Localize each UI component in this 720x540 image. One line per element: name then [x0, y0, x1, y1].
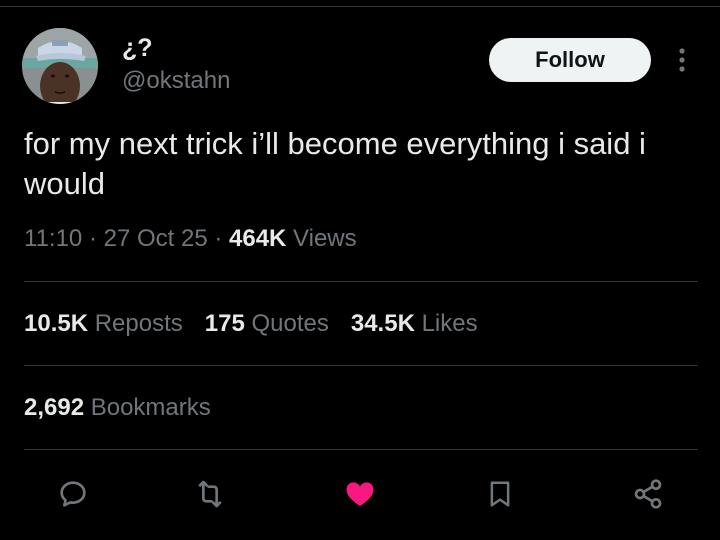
- divider: [24, 365, 698, 366]
- bookmarks-stat[interactable]: 2,692 Bookmarks: [24, 394, 211, 422]
- share-icon: [634, 479, 662, 509]
- bookmark-button[interactable]: [478, 472, 522, 516]
- likes-stat[interactable]: 34.5K Likes: [351, 310, 478, 337]
- meta-separator: ·: [82, 225, 104, 252]
- share-button[interactable]: [626, 472, 670, 516]
- meta-separator: ·: [207, 225, 229, 252]
- bookmarks-count: 2,692: [24, 394, 85, 421]
- tweet-meta: 11:10 · 27 Oct 25 · 464K Views: [24, 225, 357, 253]
- like-button[interactable]: [338, 472, 382, 516]
- views-label: Views: [286, 225, 357, 252]
- views-count: 464K: [229, 225, 287, 252]
- like-icon: [346, 482, 374, 507]
- divider: [24, 281, 698, 282]
- reposts-stat[interactable]: 10.5K Reposts: [24, 310, 183, 337]
- likes-label: Likes: [414, 310, 478, 337]
- display-name[interactable]: ¿?: [122, 34, 153, 63]
- reply-button[interactable]: [51, 472, 95, 516]
- more-options-icon[interactable]: [672, 44, 692, 76]
- tweet-date[interactable]: 27 Oct 25: [104, 225, 208, 252]
- tweet-text: for my next trick i’ll become everything…: [24, 126, 646, 201]
- user-handle[interactable]: @okstahn: [122, 67, 230, 95]
- quotes-stat[interactable]: 175 Quotes: [205, 310, 329, 337]
- avatar[interactable]: [22, 28, 98, 104]
- reposts-label: Reposts: [88, 310, 183, 337]
- quotes-label: Quotes: [244, 310, 329, 337]
- tweet-time[interactable]: 11:10: [24, 225, 82, 252]
- repost-button[interactable]: [188, 472, 232, 516]
- engagement-stats: 10.5K Reposts 175 Quotes 34.5K Likes: [24, 310, 478, 338]
- quotes-count: 175: [204, 310, 245, 337]
- bookmark-icon: [490, 481, 510, 507]
- avatar-image: [22, 28, 98, 104]
- repost-icon: [198, 480, 222, 508]
- bookmarks-label: Bookmarks: [84, 394, 211, 421]
- top-divider: [0, 6, 720, 7]
- divider: [24, 449, 698, 450]
- reply-icon: [60, 481, 86, 507]
- likes-count: 34.5K: [350, 310, 415, 337]
- follow-button[interactable]: Follow: [489, 38, 651, 82]
- reposts-count: 10.5K: [24, 310, 89, 337]
